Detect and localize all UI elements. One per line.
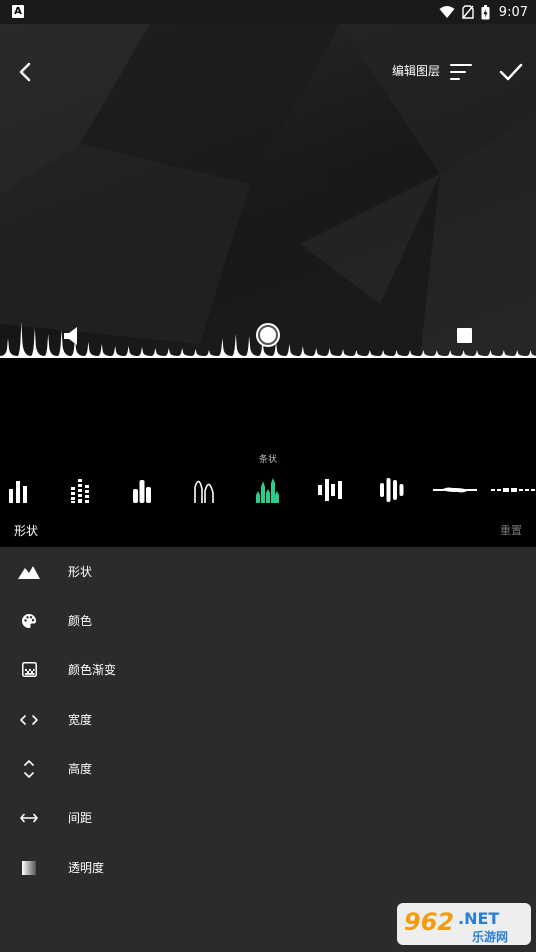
svg-text:乐游网: 乐游网 [472, 929, 508, 944]
shape-mirror-bars-icon[interactable] [315, 472, 345, 508]
menu-label: 形状 [68, 565, 93, 579]
shape-picker[interactable] [0, 472, 536, 508]
shape-line-wave-icon[interactable] [432, 472, 478, 508]
shape-line-peaks-icon[interactable] [190, 472, 220, 508]
menu-label: 颜色渐变 [68, 663, 117, 677]
section-label: 形状 [14, 524, 39, 538]
back-button[interactable] [14, 60, 38, 84]
shape-rounded-bars-icon[interactable] [128, 472, 156, 508]
menu-item-opacity[interactable]: 透明度 [0, 843, 536, 892]
svg-text:.NET: .NET [458, 909, 499, 928]
shape-spike-bars-icon[interactable] [252, 472, 282, 508]
menu-item-spacing[interactable]: 间距 [0, 793, 536, 842]
menu-item-width[interactable]: 宽度 [0, 695, 536, 744]
menu-item-shape[interactable]: 形状 [0, 547, 536, 596]
no-sim-icon [462, 5, 474, 19]
menu-item-color[interactable]: 颜色 [0, 596, 536, 645]
shape-dashed-wave-icon[interactable] [490, 472, 536, 508]
shape-bars-icon[interactable] [4, 472, 32, 508]
menu-label: 颜色 [68, 614, 93, 628]
menu-item-height[interactable]: 高度 [0, 744, 536, 793]
shape-segmented-bars-icon[interactable] [66, 472, 94, 508]
battery-icon [481, 4, 490, 19]
site-watermark-logo: 962 .NET 乐游网 [396, 900, 532, 948]
notification-icon: A [12, 5, 24, 18]
status-icons: 9:07 [439, 2, 528, 22]
spacing-arrows-icon [18, 807, 40, 829]
clock: 9:07 [498, 4, 528, 20]
reset-button[interactable]: 重置 [500, 522, 522, 538]
menu-label: 透明度 [68, 861, 105, 875]
palette-icon [18, 610, 40, 632]
shape-capsule-bars-icon[interactable] [377, 472, 407, 508]
svg-text:962: 962 [404, 908, 454, 936]
sort-button[interactable] [449, 60, 473, 84]
page-title: 编辑图层 [392, 64, 441, 78]
menu-label: 高度 [68, 762, 93, 776]
selected-shape-caption: 条状 [258, 455, 277, 465]
menu-label: 间距 [68, 811, 93, 825]
playhead-handle[interactable] [258, 325, 278, 345]
confirm-button[interactable] [498, 59, 524, 85]
stop-icon[interactable] [457, 328, 472, 343]
menu-label: 宽度 [68, 713, 93, 727]
wifi-icon [439, 6, 455, 18]
height-arrows-icon [18, 758, 40, 780]
mute-icon[interactable] [62, 326, 82, 346]
opacity-icon [18, 857, 40, 879]
gradient-icon [18, 659, 40, 681]
property-menu: 形状 颜色 颜色渐变 宽度 高度 间距 透明度 [0, 547, 536, 952]
menu-item-gradient[interactable]: 颜色渐变 [0, 645, 536, 694]
mountain-icon [18, 561, 40, 583]
width-arrows-icon [18, 709, 40, 731]
status-bar: A 9:07 [0, 0, 536, 24]
